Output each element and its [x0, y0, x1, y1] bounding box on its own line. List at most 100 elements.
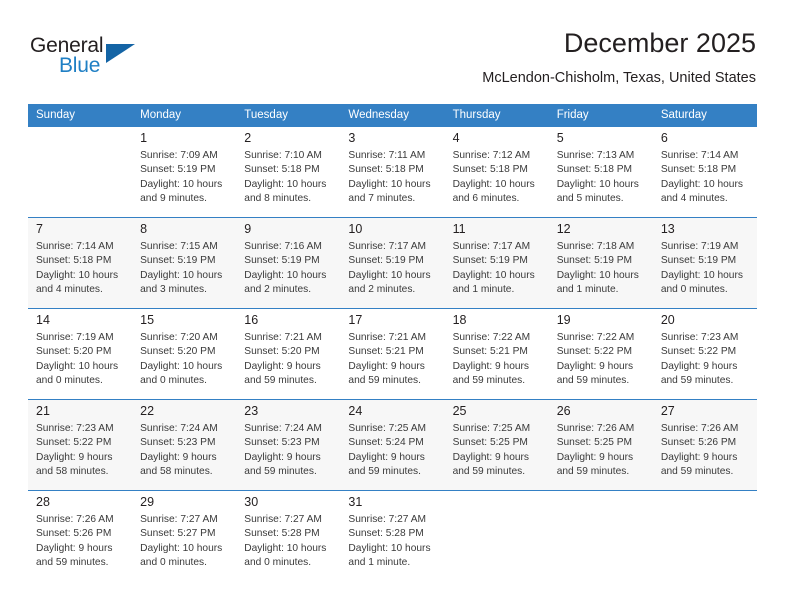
sunset-text: Sunset: 5:19 PM: [556, 255, 633, 267]
calendar-day-cell[interactable]: 3 Sunrise: 7:11 AM Sunset: 5:18 PM Daylight…: [340, 126, 445, 218]
calendar-day-cell[interactable]: 20 Sunrise: 7:23 AM Sunset: 5:22 PM Dayligh…: [652, 308, 757, 400]
daylight-text: Daylight: 10 hours and 3 minutes.: [140, 269, 223, 295]
calendar-day-cell[interactable]: 2 Sunrise: 7:10 AM Sunset: 5:18 PM Daylight…: [236, 126, 341, 218]
sunset-text: Sunset: 5:26 PM: [660, 437, 737, 449]
sunrise-text: Sunrise: 7:11 AM: [348, 150, 426, 161]
day-number: 5: [556, 131, 564, 145]
day-number: 23: [244, 404, 259, 418]
day-details: Sunrise: 7:23 AM Sunset: 5:22 PM Daylight:…: [28, 421, 132, 479]
calendar-day-cell[interactable]: 19 Sunrise: 7:22 AM Sunset: 5:22 PM Dayligh…: [548, 308, 653, 400]
day-number: 31: [348, 495, 363, 509]
sunset-text: Sunset: 5:18 PM: [556, 164, 633, 176]
sunrise-text: Sunrise: 7:19 AM: [36, 332, 114, 343]
day-number: [28, 127, 132, 133]
calendar-day-cell[interactable]: 27 Sunrise: 7:26 AM Sunset: 5:26 PM Dayligh…: [652, 399, 757, 491]
calendar-day-cell[interactable]: 28 Sunrise: 7:26 AM Sunset: 5:26 PM Dayligh…: [28, 490, 133, 581]
calendar-day-cell[interactable]: 13 Sunrise: 7:19 AM Sunset: 5:19 PM Dayligh…: [652, 217, 757, 309]
logo-text-blue: Blue: [59, 54, 101, 77]
day-number: 17: [348, 313, 363, 327]
sunset-text: Sunset: 5:19 PM: [452, 255, 528, 267]
day-number: 30: [244, 495, 259, 509]
sunset-text: Sunset: 5:22 PM: [660, 346, 737, 358]
calendar-day-cell[interactable]: 9 Sunrise: 7:16 AM Sunset: 5:19 PM Daylight…: [236, 217, 341, 309]
sunrise-text: Sunrise: 7:26 AM: [36, 514, 114, 525]
daylight-text: Daylight: 10 hours and 1 minute.: [556, 269, 639, 295]
sunrise-text: Sunrise: 7:27 AM: [244, 514, 322, 525]
weekday-header-sunday: Sunday: [28, 104, 133, 127]
sunset-text: Sunset: 5:19 PM: [140, 164, 216, 176]
sunrise-text: Sunrise: 7:19 AM: [660, 241, 739, 252]
calendar-day-cell[interactable]: 17 Sunrise: 7:21 AM Sunset: 5:21 PM Dayligh…: [340, 308, 445, 400]
calendar-header-row: Sunday Monday Tuesday Wednesday Thursday…: [28, 104, 757, 127]
daylight-text: Daylight: 10 hours and 9 minutes.: [140, 178, 223, 204]
day-number: 8: [140, 222, 148, 236]
sunrise-text: Sunrise: 7:12 AM: [452, 150, 531, 161]
day-number: 29: [140, 495, 155, 509]
sunset-text: Sunset: 5:18 PM: [244, 164, 320, 176]
daylight-text: Daylight: 9 hours and 59 minutes.: [348, 360, 425, 386]
daylight-text: Daylight: 10 hours and 0 minutes.: [244, 542, 327, 568]
sunrise-text: Sunrise: 7:25 AM: [452, 423, 531, 434]
calendar-day-cell[interactable]: 10 Sunrise: 7:17 AM Sunset: 5:19 PM Dayligh…: [340, 217, 445, 309]
sunrise-text: Sunrise: 7:24 AM: [244, 423, 322, 434]
calendar-day-cell[interactable]: 26 Sunrise: 7:26 AM Sunset: 5:25 PM Dayligh…: [548, 399, 653, 491]
calendar-day-cell[interactable]: 11 Sunrise: 7:17 AM Sunset: 5:19 PM Dayligh…: [444, 217, 549, 309]
day-number: 14: [36, 313, 50, 327]
sunrise-text: Sunrise: 7:25 AM: [348, 423, 427, 434]
daylight-text: Daylight: 10 hours and 8 minutes.: [244, 178, 327, 204]
sunset-text: Sunset: 5:22 PM: [556, 346, 633, 358]
day-details: Sunrise: 7:22 AM Sunset: 5:22 PM Daylight:…: [549, 330, 653, 388]
daylight-text: Daylight: 9 hours and 59 minutes.: [452, 451, 530, 477]
calendar-empty-cell: [548, 490, 653, 581]
sunset-text: Sunset: 5:21 PM: [348, 346, 424, 358]
day-number: 26: [556, 404, 571, 418]
calendar-day-cell[interactable]: 4 Sunrise: 7:12 AM Sunset: 5:18 PM Daylight…: [444, 126, 549, 218]
day-details: Sunrise: 7:26 AM Sunset: 5:25 PM Daylight:…: [549, 421, 653, 479]
calendar-day-cell[interactable]: 29 Sunrise: 7:27 AM Sunset: 5:27 PM Dayligh…: [132, 490, 237, 581]
calendar-grid: Sunday Monday Tuesday Wednesday Thursday…: [28, 104, 757, 581]
calendar-day-cell[interactable]: 18 Sunrise: 7:22 AM Sunset: 5:21 PM Dayligh…: [444, 308, 549, 400]
calendar-day-cell[interactable]: 24 Sunrise: 7:25 AM Sunset: 5:24 PM Dayligh…: [340, 399, 445, 491]
weekday-header-wednesday: Wednesday: [340, 104, 445, 127]
calendar-day-cell[interactable]: 23 Sunrise: 7:24 AM Sunset: 5:23 PM Dayligh…: [236, 399, 341, 491]
calendar-day-cell[interactable]: 14 Sunrise: 7:19 AM Sunset: 5:20 PM Dayligh…: [28, 308, 133, 400]
sunset-text: Sunset: 5:19 PM: [140, 255, 216, 267]
calendar-day-cell[interactable]: 22 Sunrise: 7:24 AM Sunset: 5:23 PM Dayligh…: [132, 399, 237, 491]
daylight-text: Daylight: 9 hours and 59 minutes.: [348, 451, 425, 477]
day-number: 24: [348, 404, 363, 418]
day-number: 6: [660, 131, 668, 145]
calendar-day-cell[interactable]: 21 Sunrise: 7:23 AM Sunset: 5:22 PM Dayligh…: [28, 399, 133, 491]
calendar-day-cell[interactable]: 25 Sunrise: 7:25 AM Sunset: 5:25 PM Dayligh…: [444, 399, 549, 491]
sunrise-text: Sunrise: 7:26 AM: [556, 423, 635, 434]
sunset-text: Sunset: 5:18 PM: [452, 164, 528, 176]
sunset-text: Sunset: 5:28 PM: [244, 528, 320, 540]
calendar-day-cell[interactable]: 16 Sunrise: 7:21 AM Sunset: 5:20 PM Dayligh…: [236, 308, 341, 400]
calendar-day-cell[interactable]: 8 Sunrise: 7:15 AM Sunset: 5:19 PM Daylight…: [132, 217, 237, 309]
calendar-day-cell[interactable]: 31 Sunrise: 7:27 AM Sunset: 5:28 PM Dayligh…: [340, 490, 445, 581]
sunrise-text: Sunrise: 7:17 AM: [452, 241, 531, 252]
calendar-empty-cell: [28, 126, 133, 218]
sunset-text: Sunset: 5:26 PM: [36, 528, 112, 540]
calendar-day-cell[interactable]: 12 Sunrise: 7:18 AM Sunset: 5:19 PM Dayligh…: [548, 217, 653, 309]
general-blue-logo[interactable]: General Blue: [28, 34, 178, 90]
calendar-day-cell[interactable]: 6 Sunrise: 7:14 AM Sunset: 5:18 PM Daylight…: [652, 126, 757, 218]
day-number: 12: [556, 222, 571, 236]
day-number: [445, 491, 549, 497]
sunrise-text: Sunrise: 7:14 AM: [36, 241, 114, 252]
day-details: Sunrise: 7:25 AM Sunset: 5:24 PM Daylight:…: [340, 421, 444, 479]
calendar-day-cell[interactable]: 30 Sunrise: 7:27 AM Sunset: 5:28 PM Dayligh…: [236, 490, 341, 581]
day-details: Sunrise: 7:11 AM Sunset: 5:18 PM Daylight:…: [340, 148, 444, 206]
calendar-day-cell[interactable]: 1 Sunrise: 7:09 AM Sunset: 5:19 PM Daylight…: [132, 126, 237, 218]
sunrise-text: Sunrise: 7:09 AM: [140, 150, 218, 161]
sunrise-text: Sunrise: 7:20 AM: [140, 332, 218, 343]
day-details: Sunrise: 7:15 AM Sunset: 5:19 PM Daylight:…: [132, 239, 236, 297]
calendar-day-cell[interactable]: 15 Sunrise: 7:20 AM Sunset: 5:20 PM Dayligh…: [132, 308, 237, 400]
daylight-text: Daylight: 9 hours and 59 minutes.: [36, 542, 113, 568]
calendar-day-cell[interactable]: 7 Sunrise: 7:14 AM Sunset: 5:18 PM Daylight…: [28, 217, 133, 309]
day-details: Sunrise: 7:27 AM Sunset: 5:28 PM Daylight:…: [236, 512, 340, 570]
calendar-day-cell[interactable]: 5 Sunrise: 7:13 AM Sunset: 5:18 PM Daylight…: [548, 126, 653, 218]
day-details: Sunrise: 7:25 AM Sunset: 5:25 PM Daylight:…: [445, 421, 549, 479]
page-title: December 2025: [563, 28, 756, 58]
calendar-week-row: 7 Sunrise: 7:14 AM Sunset: 5:18 PM Daylight…: [28, 217, 757, 309]
calendar-week-row: 21 Sunrise: 7:23 AM Sunset: 5:22 PM Dayligh…: [28, 399, 757, 491]
